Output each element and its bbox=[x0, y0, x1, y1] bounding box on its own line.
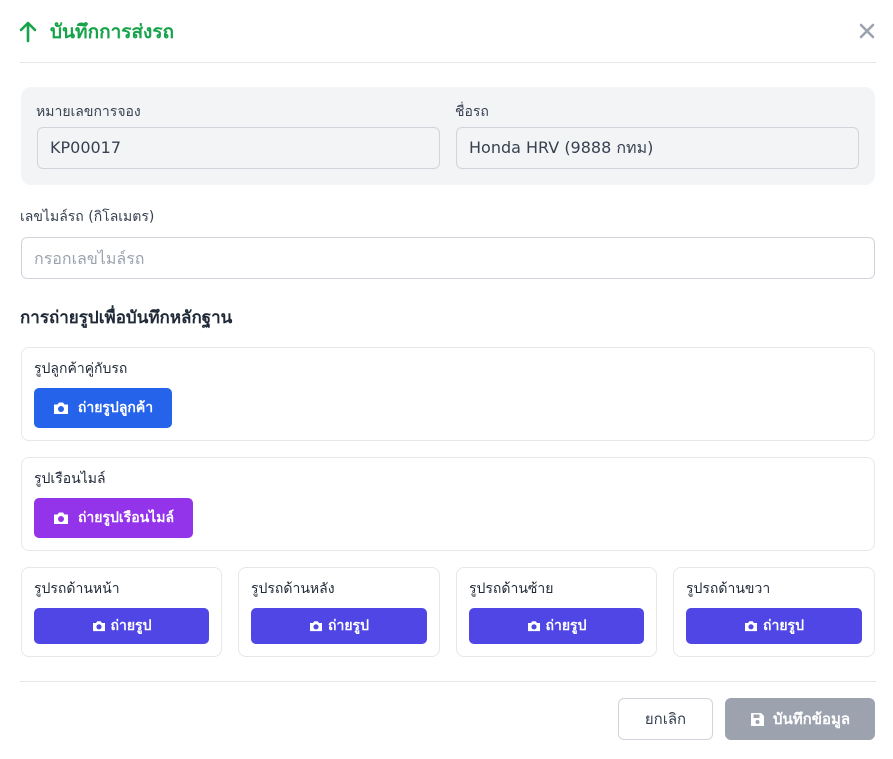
car-name-label: ชื่อรถ bbox=[455, 104, 489, 120]
photo-section-title: การถ่ายรูปเพื่อบันทึกหลักฐาน bbox=[20, 308, 233, 328]
take-left-photo-button[interactable]: ถ่ายรูป bbox=[469, 608, 644, 644]
take-odometer-photo-label: ถ่ายรูปเรือนไมล์ bbox=[77, 510, 175, 526]
booking-number-label: หมายเลขการจอง bbox=[36, 104, 141, 120]
mileage-label: เลขไมล์รถ (กิโลเมตร) bbox=[20, 209, 155, 225]
take-front-photo-button[interactable]: ถ่ายรูป bbox=[34, 608, 209, 644]
take-rear-photo-label: ถ่ายรูป bbox=[328, 618, 369, 634]
header-divider bbox=[20, 62, 876, 63]
cancel-button[interactable]: ยกเลิก bbox=[618, 698, 713, 740]
take-right-photo-label: ถ่ายรูป bbox=[763, 618, 804, 634]
footer-divider bbox=[20, 681, 876, 682]
booking-number-field: KP00017 bbox=[37, 127, 440, 169]
take-right-photo-button[interactable]: ถ่ายรูป bbox=[686, 608, 862, 644]
rear-photo-label: รูปรถด้านหลัง bbox=[251, 581, 335, 597]
camera-icon bbox=[310, 621, 323, 632]
save-button[interactable]: บันทึกข้อมูล bbox=[725, 698, 875, 740]
left-photo-label: รูปรถด้านซ้าย bbox=[469, 581, 554, 597]
odometer-photo-label: รูปเรือนไมล์ bbox=[34, 471, 106, 487]
take-front-photo-label: ถ่ายรูป bbox=[110, 618, 152, 634]
right-photo-label: รูปรถด้านขวา bbox=[686, 581, 771, 597]
take-rear-photo-button[interactable]: ถ่ายรูป bbox=[251, 608, 427, 644]
take-odometer-photo-button[interactable]: ถ่ายรูปเรือนไมล์ bbox=[34, 498, 193, 538]
car-name-field: Honda HRV (9888 กทม) bbox=[456, 127, 859, 169]
camera-icon bbox=[53, 512, 68, 524]
camera-icon bbox=[92, 621, 105, 632]
customer-photo-label: รูปลูกค้าคู่กับรถ bbox=[34, 361, 128, 377]
mileage-input[interactable] bbox=[21, 237, 875, 279]
save-button-label: บันทึกข้อมูล bbox=[772, 710, 851, 728]
modal-header: บันทึกการส่งรถ bbox=[0, 0, 893, 62]
take-customer-photo-label: ถ่ายรูปลูกค้า bbox=[77, 400, 154, 416]
cancel-button-label: ยกเลิก bbox=[644, 710, 687, 728]
delivery-modal: บันทึกการส่งรถ หมายเลขการจอง KP00017 ชื่… bbox=[0, 0, 893, 759]
arrow-up-icon bbox=[19, 21, 37, 43]
camera-icon bbox=[527, 621, 540, 632]
take-customer-photo-button[interactable]: ถ่ายรูปลูกค้า bbox=[34, 388, 172, 428]
camera-icon bbox=[53, 402, 68, 414]
take-left-photo-label: ถ่ายรูป bbox=[545, 618, 587, 634]
save-icon bbox=[750, 712, 764, 726]
front-photo-label: รูปรถด้านหน้า bbox=[34, 581, 120, 597]
camera-icon bbox=[745, 621, 758, 632]
close-icon[interactable] bbox=[856, 20, 878, 42]
modal-title: บันทึกการส่งรถ bbox=[50, 21, 175, 43]
